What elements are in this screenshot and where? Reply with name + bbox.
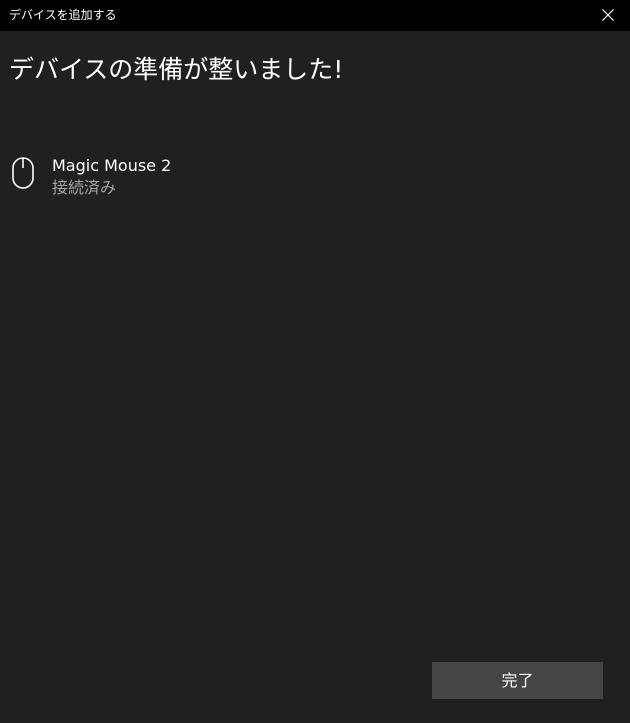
- page-title: デバイスの準備が整いました!: [9, 55, 344, 84]
- window-title: デバイスを追加する: [9, 8, 117, 22]
- title-bar: デバイスを追加する: [0, 0, 630, 31]
- close-button[interactable]: [596, 3, 620, 27]
- done-button[interactable]: 完了: [432, 662, 603, 699]
- device-status: 接続済み: [52, 178, 117, 197]
- close-icon: [602, 9, 614, 21]
- device-name: Magic Mouse 2: [52, 156, 172, 175]
- device-list-item: Magic Mouse 2 接続済み: [10, 152, 310, 202]
- mouse-icon: [12, 157, 34, 189]
